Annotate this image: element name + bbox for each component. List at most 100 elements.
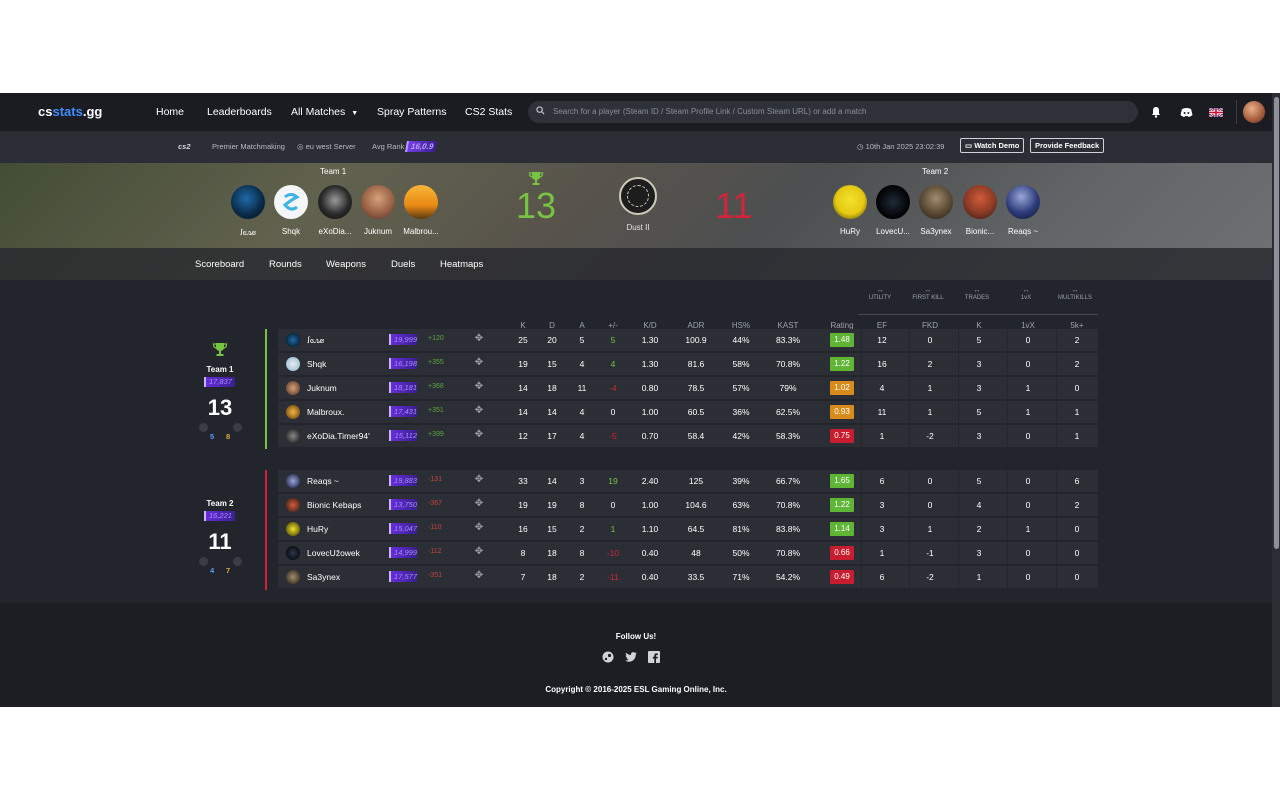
player-avatar[interactable] xyxy=(318,185,352,219)
nav-spray-patterns[interactable]: Spray Patterns xyxy=(377,106,446,118)
nav-home[interactable]: Home xyxy=(156,106,184,118)
bell-icon[interactable] xyxy=(1148,104,1164,120)
player-row[interactable]: Sa3ynex 17,577 -351 ✥ 7 18 2 -11 0.40 33.5 71% 54.2… xyxy=(278,566,1098,588)
player-avatar[interactable] xyxy=(286,405,300,419)
stat-fkd: 2 xyxy=(927,359,933,369)
player-name[interactable]: eXoDia.Timer94' xyxy=(307,431,370,441)
player-name[interactable]: Shqk xyxy=(307,359,326,369)
player-name[interactable]: Shqk xyxy=(269,227,313,236)
twitter-icon[interactable] xyxy=(625,651,637,663)
stat-kd: 0.70 xyxy=(641,431,659,441)
player-avatar[interactable] xyxy=(963,185,997,219)
crosshair-icon[interactable]: ✥ xyxy=(474,406,484,416)
crosshair-icon[interactable]: ✥ xyxy=(474,547,484,557)
player-avatar[interactable] xyxy=(404,185,438,219)
player-name[interactable]: HuRy xyxy=(828,227,872,236)
provide-feedback-button[interactable]: Provide Feedback xyxy=(1030,138,1105,153)
group-header-first-kill[interactable]: ↔ FIRST KILL xyxy=(910,287,946,301)
player-avatar[interactable] xyxy=(286,333,300,347)
t-rounds: 8 xyxy=(226,432,231,441)
player-name[interactable]: ꭍꮆꮑꮺ xyxy=(307,335,324,346)
player-name[interactable]: eXoDia... xyxy=(313,227,357,236)
avg-rank: Avg Rank 16,0.9 xyxy=(372,141,438,152)
crosshair-icon[interactable]: ✥ xyxy=(474,523,484,533)
player-name[interactable]: LovecU... xyxy=(871,227,915,236)
user-avatar[interactable] xyxy=(1243,101,1265,123)
crosshair-icon[interactable]: ✥ xyxy=(474,382,484,392)
tab-duels[interactable]: Duels xyxy=(391,259,415,270)
tab-weapons[interactable]: Weapons xyxy=(326,259,366,270)
nav-all-matches[interactable]: All Matches ▼ xyxy=(291,106,358,118)
player-avatar[interactable] xyxy=(286,429,300,443)
player-row[interactable]: eXoDia.Timer94' 15,112 +399 ✥ 12 17 4 -5 0.70 58.… xyxy=(278,425,1098,447)
player-avatar[interactable] xyxy=(286,498,300,512)
tab-scoreboard[interactable]: Scoreboard xyxy=(195,259,244,270)
stat-pm: -4 xyxy=(609,383,617,393)
uk-flag-icon[interactable] xyxy=(1208,104,1224,120)
player-name[interactable]: Malbroux. xyxy=(307,407,344,417)
player-avatar[interactable] xyxy=(286,381,300,395)
player-avatar[interactable] xyxy=(286,522,300,536)
player-name[interactable]: Juknum xyxy=(356,227,400,236)
app-window: csstats.gg Home Leaderboards All Matches… xyxy=(0,93,1280,707)
player-avatar[interactable] xyxy=(286,570,300,584)
group-header-multikills[interactable]: ↔ MULTIKILLS xyxy=(1057,287,1093,301)
player-name[interactable]: Bionic Kebaps xyxy=(307,500,361,510)
crosshair-icon[interactable]: ✥ xyxy=(474,358,484,368)
crosshair-icon[interactable]: ✥ xyxy=(474,499,484,509)
stat-mk: 1 xyxy=(1074,407,1080,417)
rating-badge: 0.93 xyxy=(830,405,854,419)
watch-demo-button[interactable]: ▭ Watch Demo xyxy=(960,138,1025,153)
player-avatar[interactable] xyxy=(919,185,953,219)
facebook-icon[interactable] xyxy=(648,651,660,663)
player-row[interactable]: Juknum 18,181 +368 ✥ 14 18 11 -4 0.80 78.5 57% 79% 1… xyxy=(278,377,1098,399)
player-row[interactable]: ꭍꮆꮑꮺ 19,999 +120 ✥ 25 20 5 5 1.30 100.9 44% 83.3% 1.… xyxy=(278,329,1098,351)
team1-label: Team 1 xyxy=(206,365,234,374)
player-name[interactable]: Bionic... xyxy=(958,227,1002,236)
player-avatar[interactable] xyxy=(286,357,300,371)
crosshair-icon[interactable]: ✥ xyxy=(474,571,484,581)
search-bar[interactable]: Search for a player (Steam ID / Steam Pr… xyxy=(528,101,1138,123)
player-row[interactable]: Reaqs ~ 19,883 -131 ✥ 33 14 3 19 2.40 125 39% 66.7%… xyxy=(278,470,1098,492)
player-row[interactable]: Shqk 16,198 +355 ✥ 19 15 4 4 1.30 81.6 58% 70.8% 1.2… xyxy=(278,353,1098,375)
player-name[interactable]: ꭍꮆꮑꮺ xyxy=(226,227,270,238)
player-avatar[interactable] xyxy=(274,185,308,219)
player-avatar[interactable] xyxy=(286,546,300,560)
crosshair-icon[interactable]: ✥ xyxy=(474,475,484,485)
stat-ef: 12 xyxy=(877,335,887,345)
group-header-utility[interactable]: ↔ UTILITY xyxy=(862,287,898,301)
group-header-1vx[interactable]: ↔ 1vX xyxy=(1008,287,1044,301)
tab-heatmaps[interactable]: Heatmaps xyxy=(440,259,483,270)
stat-a: 5 xyxy=(579,335,585,345)
stat-kast: 83.3% xyxy=(775,335,801,345)
scrollbar[interactable] xyxy=(1272,93,1280,707)
player-row[interactable]: LovecUžowek 14,999 -112 ✥ 8 18 8 -10 0.40 48 50% 70… xyxy=(278,542,1098,564)
crosshair-icon[interactable]: ✥ xyxy=(474,430,484,440)
player-row[interactable]: Bionic Kebaps 13,750 -367 ✥ 19 19 8 0 1.00 104.6 6… xyxy=(278,494,1098,516)
group-header-trades[interactable]: ↔ TRADES xyxy=(959,287,995,301)
player-name[interactable]: Sa3ynex xyxy=(914,227,958,236)
player-avatar[interactable] xyxy=(1006,185,1040,219)
player-avatar[interactable] xyxy=(876,185,910,219)
player-name[interactable]: Malbrou... xyxy=(399,227,443,236)
player-name[interactable]: Reaqs ~ xyxy=(307,476,339,486)
site-logo[interactable]: csstats.gg xyxy=(38,104,102,119)
discord-icon[interactable] xyxy=(1178,104,1194,120)
player-avatar[interactable] xyxy=(833,185,867,219)
nav-cs2-stats[interactable]: CS2 Stats xyxy=(465,106,512,118)
player-name[interactable]: Reaqs ~ xyxy=(1001,227,1045,236)
player-row[interactable]: Malbroux. 17,431 +351 ✥ 14 14 4 0 1.00 60.5 36% 62.… xyxy=(278,401,1098,423)
player-avatar[interactable] xyxy=(361,185,395,219)
tab-rounds[interactable]: Rounds xyxy=(269,259,302,270)
steam-icon[interactable] xyxy=(602,651,614,663)
scrollbar-thumb[interactable] xyxy=(1274,97,1279,549)
player-name[interactable]: Sa3ynex xyxy=(307,572,340,582)
player-name[interactable]: HuRy xyxy=(307,524,328,534)
player-row[interactable]: HuRy 15,047 -110 ✥ 16 15 2 1 1.10 64.5 81% 83.8% 1.1… xyxy=(278,518,1098,540)
nav-leaderboards[interactable]: Leaderboards xyxy=(207,106,272,118)
player-avatar[interactable] xyxy=(286,474,300,488)
player-avatar[interactable] xyxy=(231,185,265,219)
player-name[interactable]: Juknum xyxy=(307,383,337,393)
player-name[interactable]: LovecUžowek xyxy=(307,548,360,558)
crosshair-icon[interactable]: ✥ xyxy=(474,334,484,344)
